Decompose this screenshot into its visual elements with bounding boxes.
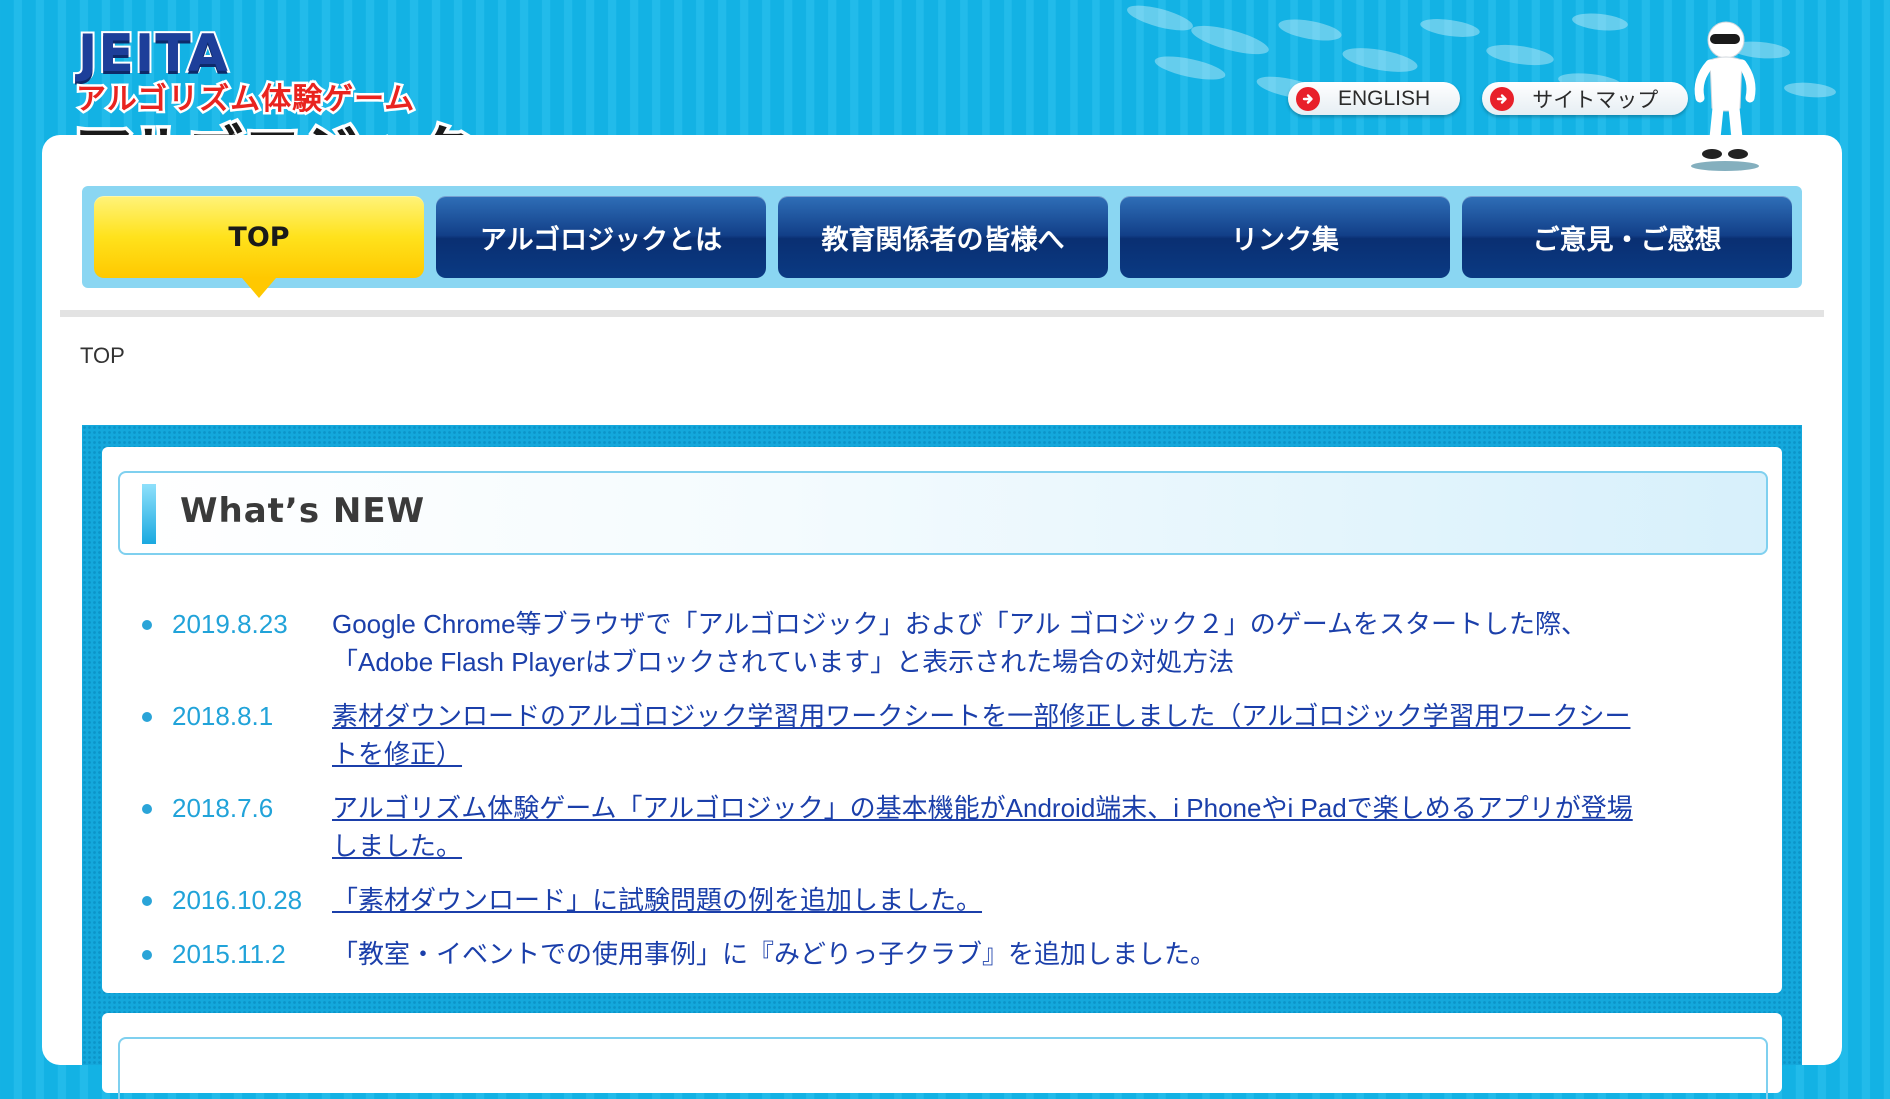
news-item: 2018.8.1 素材ダウンロードのアルゴロジック学習用ワークシートを一部修正し… [142,697,1742,773]
mascot-icon [1691,21,1759,171]
heading-accent-bar [142,484,156,544]
whats-new-section: What’s NEW 2019.8.23 Google Chrome等ブラウザで… [82,425,1802,1099]
next-section-header [118,1037,1768,1099]
breadcrumb: TOP [80,343,125,368]
main-navigation: TOP アルゴロジックとは 教育関係者の皆様へ リンク集 ご意見・ご感想 [82,186,1802,298]
nav-tab-about[interactable]: アルゴロジックとは [436,196,766,278]
english-link[interactable]: ENGLISH [1288,82,1461,115]
news-date: 2018.7.6 [172,793,274,823]
news-link[interactable]: アルゴリズム体験ゲーム「アルゴロジック」の基本機能がAndroid端末、i Ph… [332,789,1652,865]
news-date: 2015.11.2 [172,939,286,969]
news-link[interactable]: 「素材ダウンロード」に試験問題の例を追加しました。 [332,881,1652,919]
bullet-icon [142,712,152,722]
bullet-icon [142,896,152,906]
news-date: 2016.10.28 [172,885,303,915]
bullet-icon [142,620,152,630]
nav-tab-top[interactable]: TOP [94,196,424,298]
news-text: 「教室・イベントでの使用事例」に『みどりっ子クラブ』を追加しました。 [332,939,1217,969]
news-list: 2019.8.23 Google Chrome等ブラウザで「アルゴロジック」およ… [142,605,1742,989]
news-date: 2018.8.1 [172,701,274,731]
arrow-right-icon [1296,86,1320,111]
bullet-icon [142,804,152,814]
english-link-label: ENGLISH [1338,86,1431,110]
news-text: Google Chrome等ブラウザで「アルゴロジック」および「アル ゴロジック… [332,609,1587,677]
whats-new-header: What’s NEW [118,471,1768,555]
whats-new-box: What’s NEW 2019.8.23 Google Chrome等ブラウザで… [102,447,1782,993]
news-item: 2016.10.28 「素材ダウンロード」に試験問題の例を追加しました。 [142,881,1742,919]
news-link[interactable]: 素材ダウンロードのアルゴロジック学習用ワークシートを一部修正しました（アルゴロジ… [332,697,1652,773]
news-item: 2015.11.2 「教室・イベントでの使用事例」に『みどりっ子クラブ』を追加し… [142,935,1742,973]
sitemap-link-label: サイトマップ [1532,88,1659,112]
nav-tab-links[interactable]: リンク集 [1120,196,1450,278]
arrow-right-icon [1490,86,1515,111]
news-item: 2019.8.23 Google Chrome等ブラウザで「アルゴロジック」およ… [142,605,1742,681]
news-item: 2018.7.6 アルゴリズム体験ゲーム「アルゴロジック」の基本機能がAndro… [142,789,1742,865]
news-date: 2019.8.23 [172,609,288,639]
bullet-icon [142,950,152,960]
header-divider [60,310,1824,317]
header-utility-links: ENGLISH サイトマップ [1288,82,1689,115]
nav-tab-feedback[interactable]: ご意見・ご感想 [1462,196,1792,278]
whats-new-title: What’s NEW [180,491,426,531]
next-section-box [102,1013,1782,1099]
sitemap-link[interactable]: サイトマップ [1482,82,1689,115]
nav-tab-educators[interactable]: 教育関係者の皆様へ [778,196,1108,278]
